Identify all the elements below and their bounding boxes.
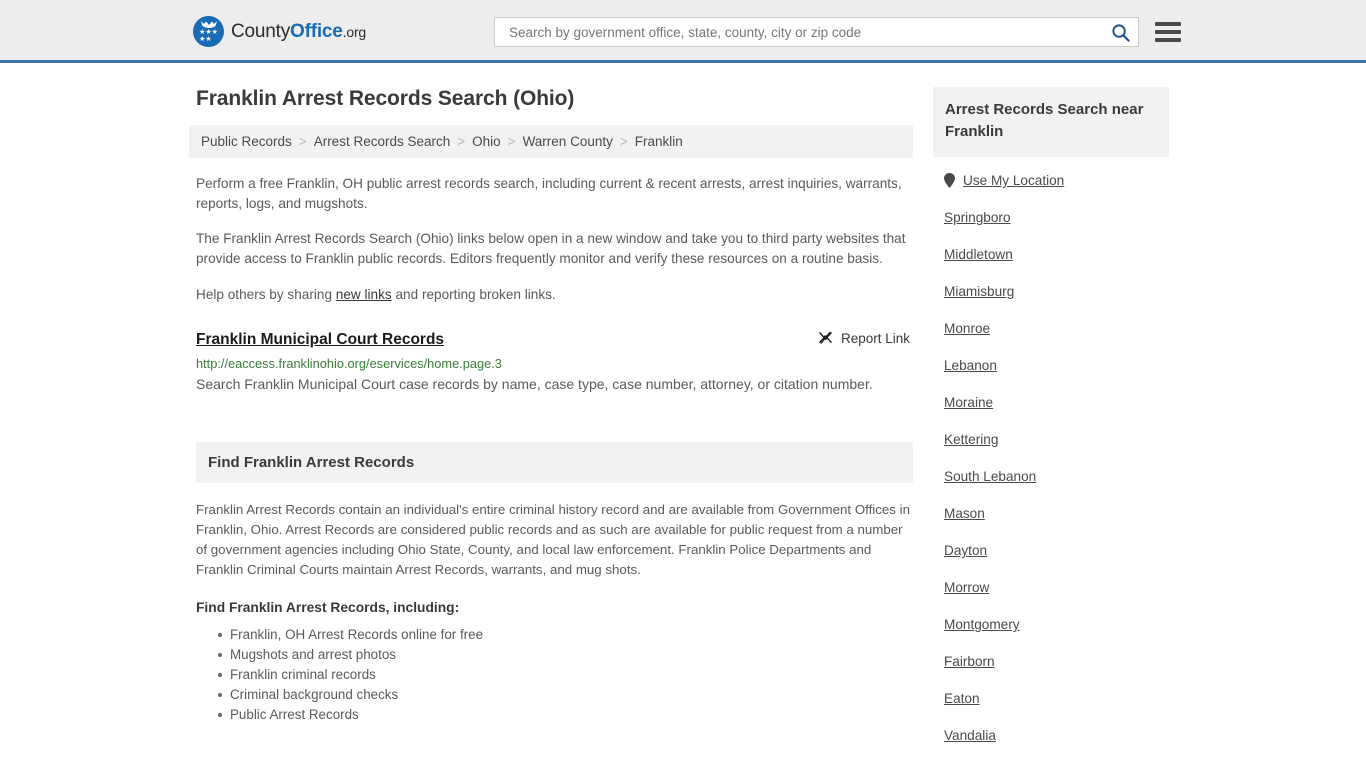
help-text-after: and reporting broken links.: [391, 287, 556, 302]
map-pin-icon: [944, 173, 955, 188]
sidebar-link[interactable]: Fairborn: [944, 654, 995, 669]
breadcrumb-item-public-records[interactable]: Public Records: [201, 134, 292, 149]
sidebar-item-springboro[interactable]: Springboro: [933, 210, 1169, 225]
sidebar-item-morrow[interactable]: Morrow: [933, 580, 1169, 595]
hamburger-bar: [1155, 22, 1181, 26]
sidebar-nearby-list: Use My Location Springboro Middletown Mi…: [933, 173, 1169, 743]
logo-text-county: County: [231, 20, 291, 42]
sidebar-link[interactable]: Moraine: [944, 395, 993, 410]
result-url[interactable]: http://eaccess.franklinohio.org/eservice…: [196, 356, 913, 371]
sidebar-link[interactable]: Miamisburg: [944, 284, 1014, 299]
eagle-shield-logo-icon: ★★★ ★★: [193, 16, 224, 47]
sidebar-item-use-my-location[interactable]: Use My Location: [933, 173, 1169, 188]
sidebar-item-vandalia[interactable]: Vandalia: [933, 728, 1169, 743]
section-body-text: Franklin Arrest Records contain an indiv…: [196, 501, 910, 577]
result-description: Search Franklin Municipal Court case rec…: [196, 375, 873, 392]
intro-paragraph-2: The Franklin Arrest Records Search (Ohio…: [196, 231, 906, 266]
sidebar-link[interactable]: South Lebanon: [944, 469, 1036, 484]
main-column: Franklin Arrest Records Search (Ohio) Pu…: [189, 63, 913, 765]
hamburger-menu-icon[interactable]: [1155, 22, 1181, 42]
intro-section: Perform a free Franklin, OH public arres…: [189, 174, 913, 305]
breadcrumb-item-franklin[interactable]: Franklin: [635, 134, 683, 149]
sidebar-link[interactable]: Middletown: [944, 247, 1013, 262]
hamburger-bar: [1155, 30, 1181, 34]
sidebar-link[interactable]: Springboro: [944, 210, 1011, 225]
sidebar-link[interactable]: Montgomery: [944, 617, 1020, 632]
sidebar-heading: Arrest Records Search near Franklin: [933, 87, 1169, 157]
sidebar-link[interactable]: Kettering: [944, 432, 998, 447]
sidebar-link[interactable]: Lebanon: [944, 358, 997, 373]
search-box[interactable]: [494, 17, 1139, 47]
result-title-link[interactable]: Franklin Municipal Court Records: [196, 331, 444, 349]
report-link-label: Report Link: [840, 330, 910, 346]
breadcrumb-separator: >: [619, 134, 628, 149]
sidebar-link[interactable]: Morrow: [944, 580, 989, 595]
breadcrumb-item-ohio[interactable]: Ohio: [472, 134, 501, 149]
breadcrumb-item-arrest-records-search[interactable]: Arrest Records Search: [314, 134, 451, 149]
site-logo[interactable]: ★★★ ★★ CountyOffice.org: [193, 16, 366, 47]
content-container: Franklin Arrest Records Search (Ohio) Pu…: [189, 63, 1169, 765]
stars-icon: ★★★ ★★: [199, 29, 218, 43]
sidebar-item-montgomery[interactable]: Montgomery: [933, 617, 1169, 632]
sidebar-item-south-lebanon[interactable]: South Lebanon: [933, 469, 1169, 484]
sidebar-link[interactable]: Dayton: [944, 543, 987, 558]
sidebar-link[interactable]: Mason: [944, 506, 985, 521]
sidebar: Arrest Records Search near Franklin Use …: [933, 63, 1169, 765]
use-my-location-link[interactable]: Use My Location: [963, 173, 1064, 188]
site-header: ★★★ ★★ CountyOffice.org: [0, 0, 1366, 63]
help-others-line: Help others by sharing new links and rep…: [196, 285, 910, 305]
sidebar-item-kettering[interactable]: Kettering: [933, 432, 1169, 447]
help-text-before: Help others by sharing: [196, 287, 336, 302]
breadcrumb-item-warren-county[interactable]: Warren County: [523, 134, 613, 149]
breadcrumb: Public Records > Arrest Records Search >…: [189, 125, 913, 158]
intro-paragraph-1: Perform a free Franklin, OH public arres…: [196, 176, 902, 211]
result-item: Franklin Municipal Court Records Report …: [196, 331, 913, 396]
breadcrumb-separator: >: [457, 134, 466, 149]
sidebar-item-monroe[interactable]: Monroe: [933, 321, 1169, 336]
sidebar-item-lebanon[interactable]: Lebanon: [933, 358, 1169, 373]
list-item: Franklin, OH Arrest Records online for f…: [218, 625, 913, 645]
broken-link-icon: [819, 331, 832, 344]
sidebar-item-dayton[interactable]: Dayton: [933, 543, 1169, 558]
sidebar-item-fairborn[interactable]: Fairborn: [933, 654, 1169, 669]
list-item: Criminal background checks: [218, 685, 913, 705]
sidebar-link[interactable]: Vandalia: [944, 728, 996, 743]
page-body: Franklin Arrest Records Search (Ohio) Pu…: [0, 63, 1366, 765]
new-links-link[interactable]: new links: [336, 287, 392, 302]
list-item: Public Arrest Records: [218, 705, 913, 725]
sidebar-item-eaton[interactable]: Eaton: [933, 691, 1169, 706]
list-item: Franklin criminal records: [218, 665, 913, 685]
page-title: Franklin Arrest Records Search (Ohio): [196, 87, 575, 110]
logo-text-org: .org: [342, 23, 367, 40]
breadcrumb-separator: >: [507, 134, 516, 149]
sidebar-link[interactable]: Monroe: [944, 321, 990, 336]
records-bullet-list: Franklin, OH Arrest Records online for f…: [196, 625, 913, 725]
hamburger-bar: [1155, 38, 1181, 42]
list-item: Mugshots and arrest photos: [218, 645, 913, 665]
search-input[interactable]: [507, 23, 1111, 41]
logo-wordmark: CountyOffice.org: [231, 21, 366, 43]
logo-text-office: Office: [290, 20, 343, 42]
section-heading-find-records: Find Franklin Arrest Records: [196, 441, 913, 483]
search-icon[interactable]: [1111, 23, 1130, 42]
section-subheading: Find Franklin Arrest Records, including:: [196, 599, 460, 615]
sidebar-item-miamisburg[interactable]: Miamisburg: [933, 284, 1169, 299]
sidebar-link[interactable]: Eaton: [944, 691, 980, 706]
sidebar-item-mason[interactable]: Mason: [933, 506, 1169, 521]
header-search-area: [494, 17, 1181, 47]
sidebar-item-middletown[interactable]: Middletown: [933, 247, 1169, 262]
sidebar-item-moraine[interactable]: Moraine: [933, 395, 1169, 410]
report-link-button[interactable]: Report Link: [818, 331, 913, 346]
result-header-row: Franklin Municipal Court Records Report …: [196, 331, 913, 349]
breadcrumb-separator: >: [298, 134, 307, 149]
